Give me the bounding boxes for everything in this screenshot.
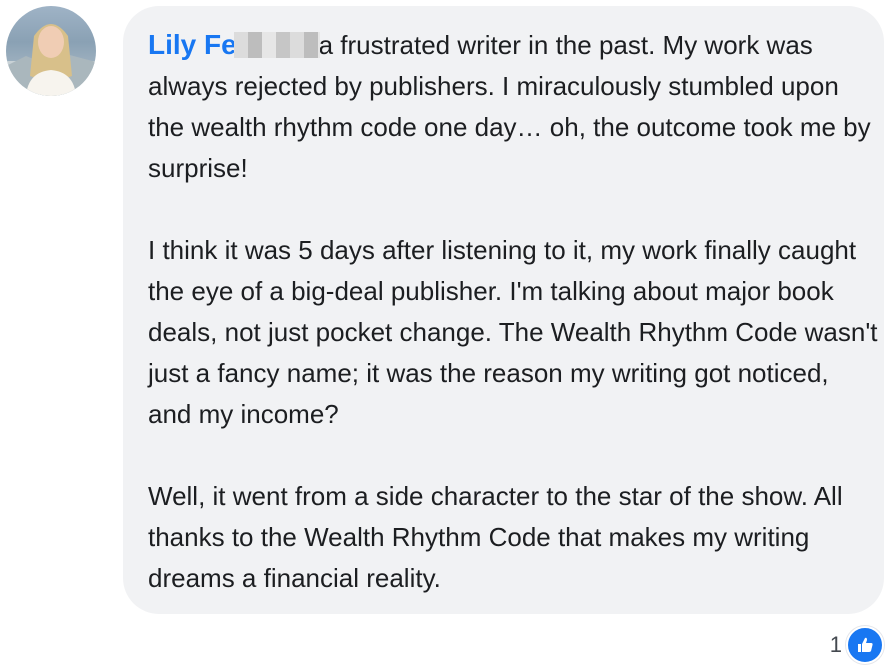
- reaction-summary[interactable]: 1: [830, 626, 884, 664]
- comment-paragraph: Well, it went from a side character to t…: [148, 481, 843, 593]
- author-name[interactable]: Lily Fe: [148, 29, 237, 60]
- comment-paragraph: Lily Fe I was a frustrated writer in the …: [148, 24, 878, 189]
- thumbs-up-icon: [846, 626, 884, 664]
- comment-paragraph: I think it was 5 days after listening to…: [148, 235, 878, 429]
- reaction-count: 1: [829, 632, 842, 657]
- comment-body: Lily Fe I was a frustrated writer in the …: [148, 24, 878, 599]
- name-redaction: [234, 32, 320, 58]
- avatar[interactable]: [6, 6, 96, 96]
- author-name-wrap[interactable]: Lily Fe: [148, 24, 320, 66]
